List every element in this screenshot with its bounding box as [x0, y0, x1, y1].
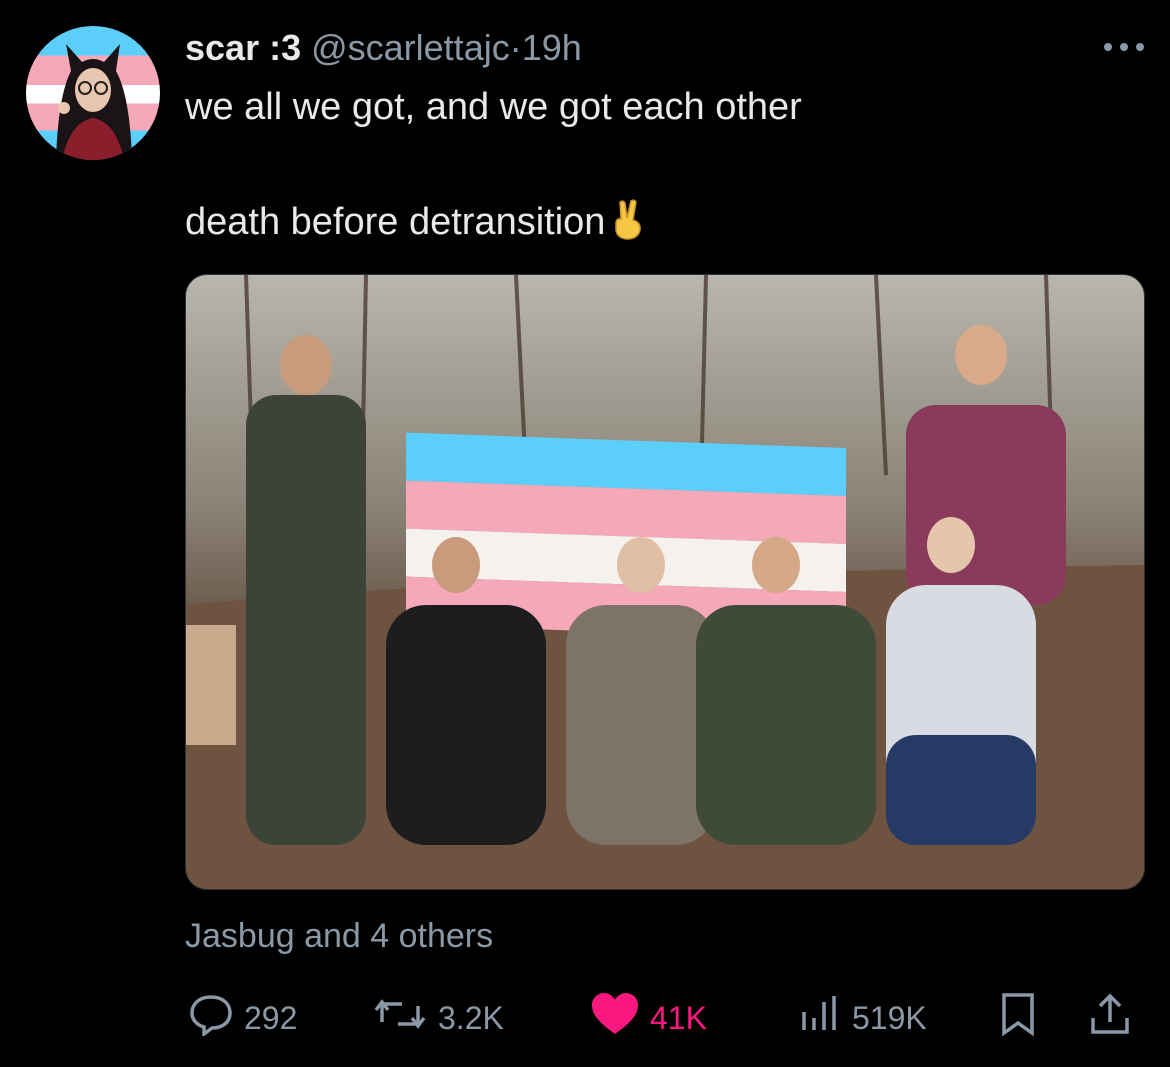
liked-by[interactable]: Jasbug and 4 others	[185, 917, 493, 956]
share-icon	[1088, 992, 1132, 1044]
heart-icon	[590, 992, 640, 1044]
victory-hand-emoji-icon	[611, 198, 645, 251]
post-photo[interactable]	[185, 274, 1145, 890]
action-bar: 292 3.2K 41K 519K	[0, 990, 1170, 1046]
reply-icon	[188, 992, 234, 1044]
post-time[interactable]: 19h	[522, 27, 582, 68]
views-button[interactable]: 519K	[798, 990, 927, 1046]
more-icon[interactable]	[1102, 28, 1146, 62]
bookmark-button[interactable]	[1000, 990, 1036, 1046]
user-handle[interactable]: @scarlettajc	[311, 27, 510, 68]
post-text-line-1: we all we got, and we got each other	[185, 86, 802, 128]
bookmark-icon	[1000, 992, 1036, 1044]
repost-icon	[372, 992, 428, 1044]
share-button[interactable]	[1088, 990, 1132, 1046]
display-name[interactable]: scar :3	[185, 27, 301, 68]
group-photo-illustration	[186, 275, 1144, 889]
like-count: 41K	[650, 999, 707, 1036]
like-button[interactable]: 41K	[590, 990, 707, 1046]
post-text-line-2-label: death before detransition	[185, 201, 606, 243]
post-header: scar :3 @scarlettajc·19h	[185, 26, 582, 70]
reply-count: 292	[244, 999, 298, 1036]
repost-count: 3.2K	[438, 999, 504, 1036]
reply-button[interactable]: 292	[188, 990, 297, 1046]
separator-dot: ·	[509, 27, 522, 68]
avatar[interactable]	[26, 26, 160, 160]
post-text-line-2: death before detransition	[185, 198, 645, 251]
repost-button[interactable]: 3.2K	[372, 990, 504, 1046]
bar-chart-icon	[798, 992, 842, 1044]
view-count: 519K	[852, 999, 927, 1036]
avatar-illustration	[56, 44, 132, 160]
